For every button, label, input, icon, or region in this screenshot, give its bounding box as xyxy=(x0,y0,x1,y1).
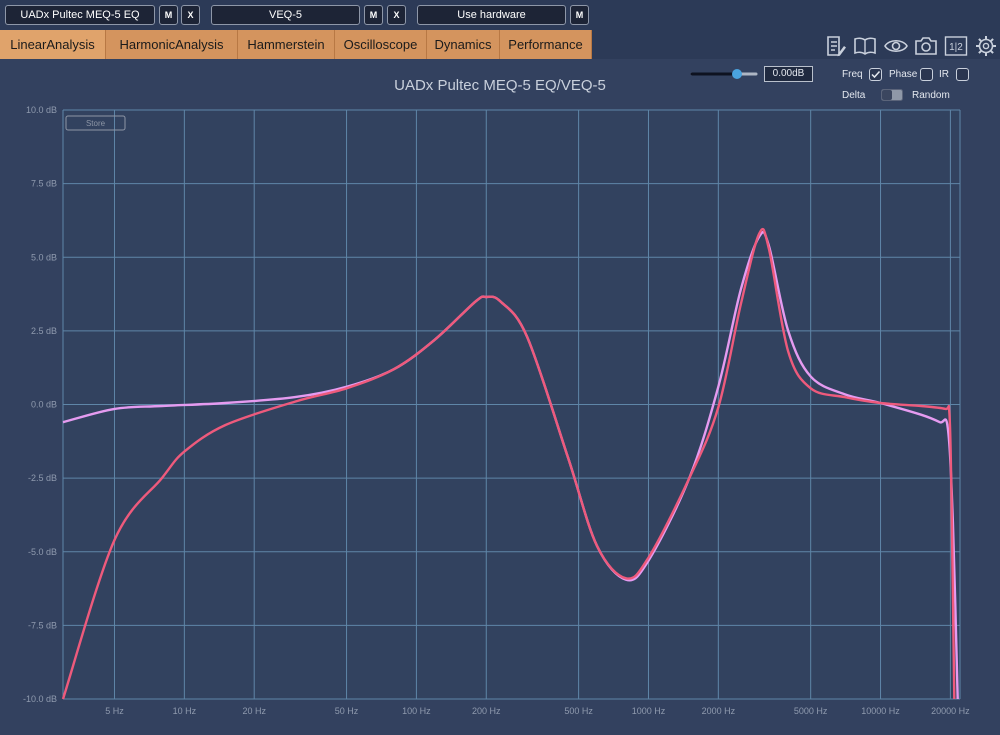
x-tick-label: 200 Hz xyxy=(472,706,501,716)
x-tick-label: 5 Hz xyxy=(105,706,124,716)
gain-slider[interactable] xyxy=(690,66,760,82)
frequency-response-chart: 10.0 dB 7.5 dB 5.0 dB 2.5 dB 0.0 dB -2.5 dB -5… xyxy=(23,105,970,716)
camera-icon[interactable] xyxy=(914,34,938,58)
phase-label: Phase xyxy=(889,69,918,80)
plugin-slot-bar: UADx Pultec MEQ-5 EQ M X VEQ-5 M X Use h… xyxy=(0,0,1000,30)
gear-icon[interactable] xyxy=(974,34,998,58)
y-axis-labels: 10.0 dB 7.5 dB 5.0 dB 2.5 dB 0.0 dB -2.5 dB -5… xyxy=(23,105,57,704)
split-1-2-icon[interactable]: 1|2 xyxy=(944,34,968,58)
y-tick-label: -2.5 dB xyxy=(28,473,57,483)
freq-label: Freq xyxy=(842,69,863,80)
y-tick-label: -5.0 dB xyxy=(28,547,57,557)
slot-b-remove-button[interactable]: X xyxy=(387,5,406,25)
y-tick-label: 5.0 dB xyxy=(31,252,57,262)
eye-icon[interactable] xyxy=(884,34,908,58)
hardware-mute-button[interactable]: M xyxy=(570,5,589,25)
tab-hammerstein[interactable]: Hammerstein xyxy=(238,30,335,59)
x-tick-label: 20 Hz xyxy=(242,706,266,716)
y-tick-label: 0.0 dB xyxy=(31,400,57,410)
tab-harmonic-analysis[interactable]: HarmonicAnalysis xyxy=(106,30,238,59)
tab-oscilloscope[interactable]: Oscilloscope xyxy=(335,30,427,59)
tab-dynamics[interactable]: Dynamics xyxy=(427,30,500,59)
use-hardware-slot[interactable]: Use hardware xyxy=(417,5,566,25)
ir-label: IR xyxy=(939,69,949,80)
tab-performance[interactable]: Performance xyxy=(500,30,592,59)
tab-linear-analysis[interactable]: LinearAnalysis xyxy=(0,30,106,59)
x-tick-label: 50 Hz xyxy=(335,706,359,716)
gain-value-field[interactable]: 0.00dB xyxy=(764,66,813,82)
x-axis-labels: 5 Hz 10 Hz 20 Hz 50 Hz 100 Hz 200 Hz 500 Hz 100… xyxy=(105,706,970,716)
x-tick-label: 100 Hz xyxy=(402,706,431,716)
split-icon-label: 1|2 xyxy=(949,42,963,53)
plugin-slot-b[interactable]: VEQ-5 xyxy=(211,5,360,25)
notes-icon[interactable] xyxy=(824,34,848,58)
store-button-label: Store xyxy=(86,119,106,128)
y-tick-label: 10.0 dB xyxy=(26,105,57,115)
y-tick-label: -7.5 dB xyxy=(28,620,57,630)
x-tick-label: 10 Hz xyxy=(173,706,197,716)
x-tick-label: 20000 Hz xyxy=(931,706,970,716)
slot-b-mute-button[interactable]: M xyxy=(364,5,383,25)
phase-checkbox[interactable] xyxy=(920,68,933,81)
y-tick-label: 2.5 dB xyxy=(31,326,57,336)
ir-checkbox[interactable] xyxy=(956,68,969,81)
y-tick-label: -10.0 dB xyxy=(23,694,57,704)
y-tick-label: 7.5 dB xyxy=(31,179,57,189)
slot-a-mute-button[interactable]: M xyxy=(159,5,178,25)
check-icon xyxy=(871,70,881,79)
x-tick-label: 10000 Hz xyxy=(861,706,900,716)
plugin-slot-a[interactable]: UADx Pultec MEQ-5 EQ xyxy=(5,5,155,25)
book-icon[interactable] xyxy=(853,34,877,58)
x-tick-label: 2000 Hz xyxy=(702,706,736,716)
freq-checkbox[interactable] xyxy=(869,68,882,81)
x-tick-label: 500 Hz xyxy=(564,706,593,716)
x-tick-label: 5000 Hz xyxy=(794,706,828,716)
gain-slider-thumb[interactable] xyxy=(732,69,742,79)
x-tick-label: 1000 Hz xyxy=(632,706,666,716)
slot-a-remove-button[interactable]: X xyxy=(181,5,200,25)
